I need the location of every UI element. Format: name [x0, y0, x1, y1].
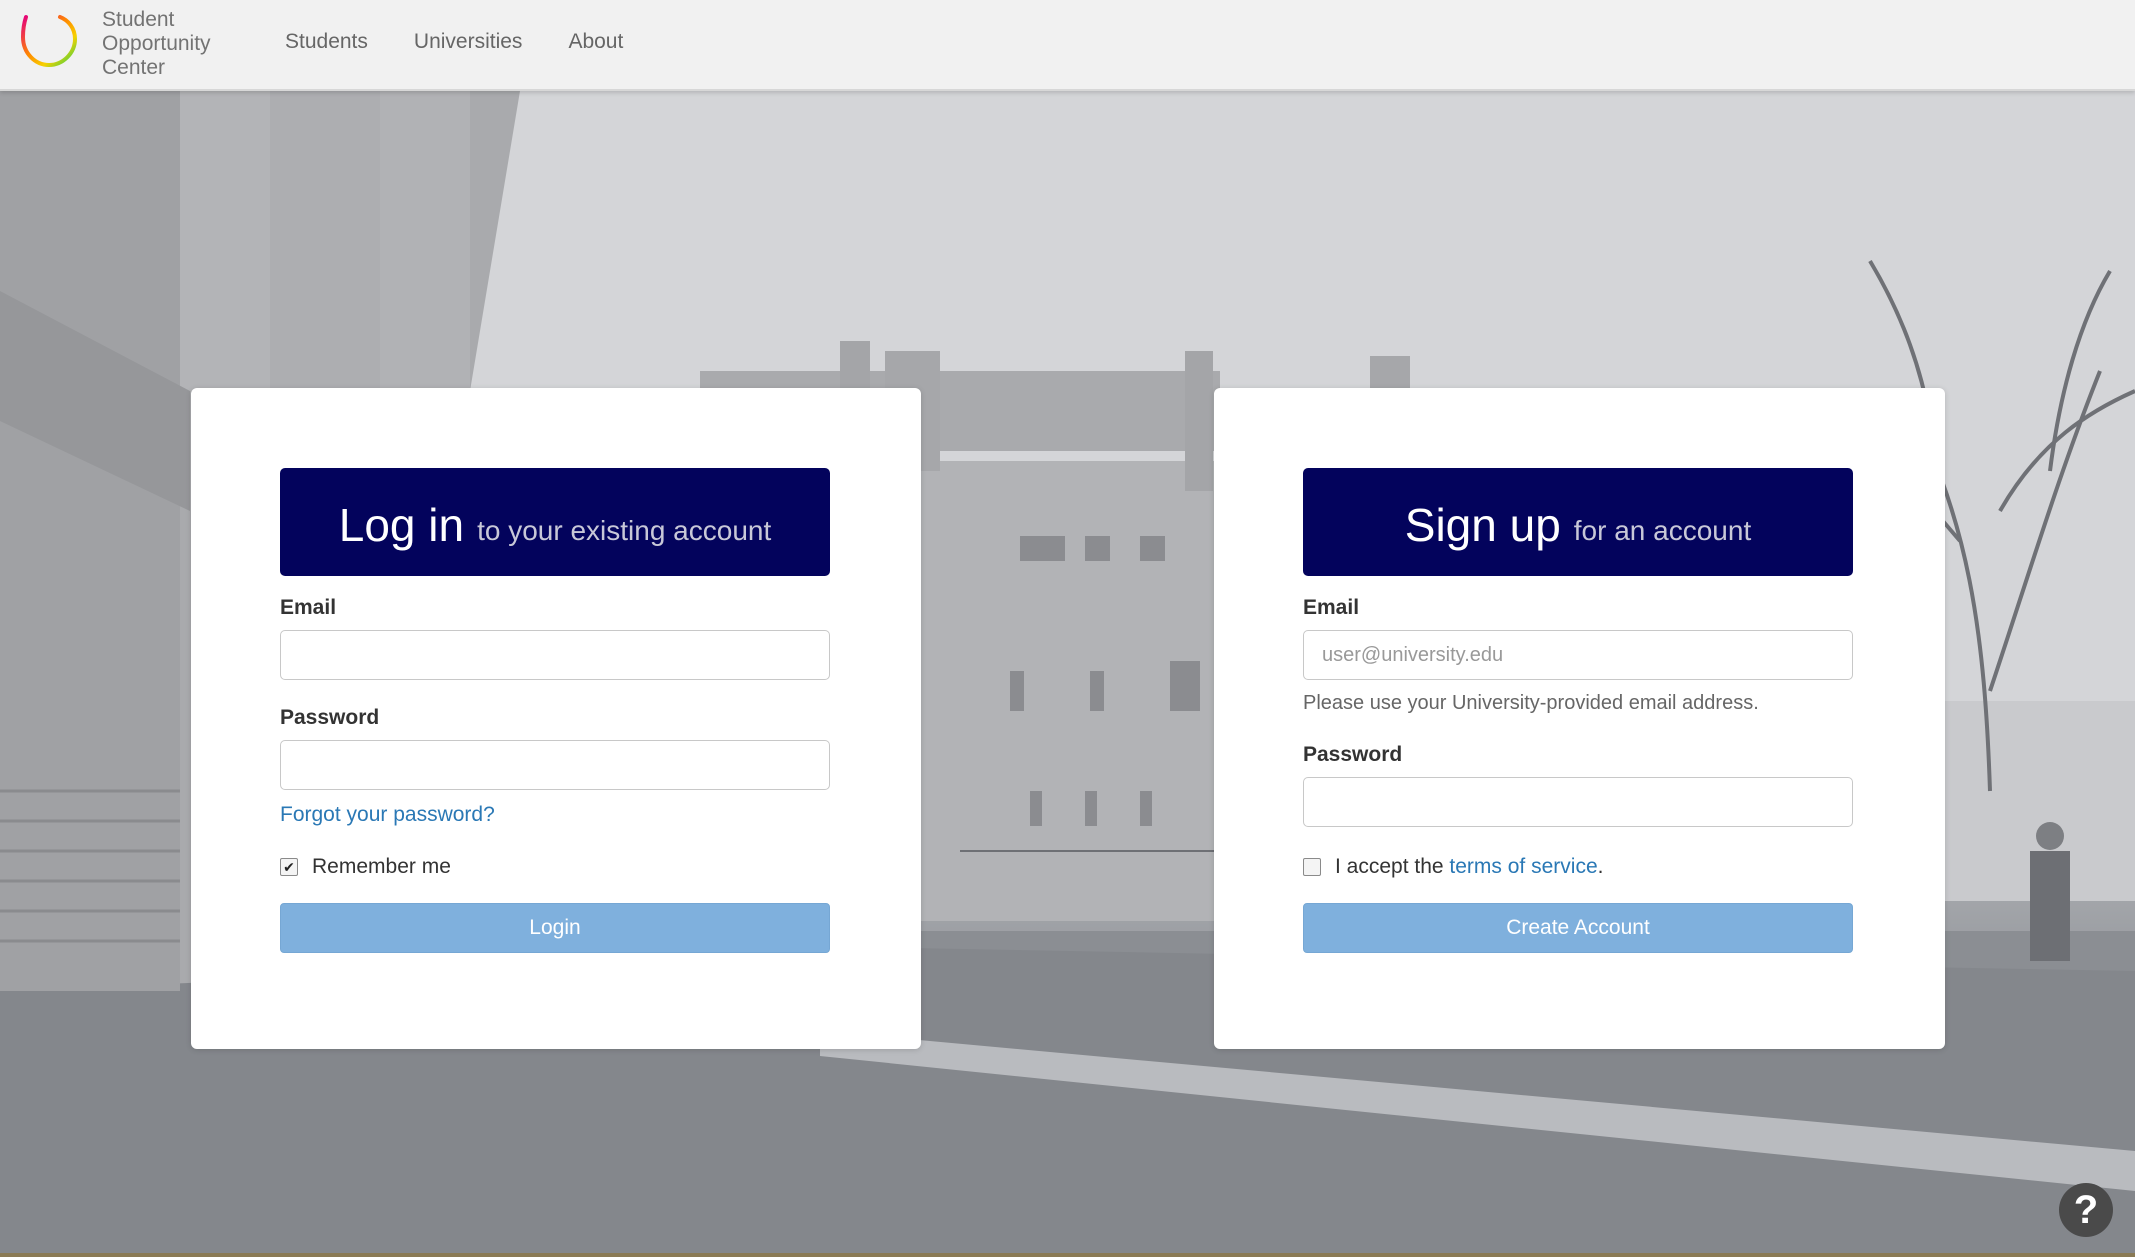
remember-me-checkbox[interactable]: ✔: [280, 858, 298, 876]
main-nav: Students Universities About: [285, 30, 669, 54]
signup-card: Sign up for an account Email Please use …: [1214, 388, 1945, 1049]
login-email-label: Email: [280, 596, 337, 619]
login-title: Log in: [338, 499, 465, 551]
login-card: Log in to your existing account Email Pa…: [191, 388, 921, 1049]
brand-line: Opportunity: [102, 32, 211, 55]
login-header: Log in to your existing account: [280, 468, 830, 576]
top-navbar: Student Opportunity Center Students Univ…: [0, 0, 2135, 91]
signup-email-input[interactable]: [1303, 630, 1853, 680]
signup-password-input[interactable]: [1303, 777, 1853, 827]
signup-subtitle: for an account: [1573, 515, 1752, 546]
terms-prefix: I accept the: [1335, 855, 1444, 878]
brand-line: Student: [102, 8, 175, 31]
terms-row: I accept the terms of service.: [1303, 855, 1603, 879]
nav-universities[interactable]: Universities: [414, 30, 523, 54]
remember-me-label: Remember me: [312, 855, 451, 878]
logo-icon: [20, 15, 78, 68]
signup-header: Sign up for an account: [1303, 468, 1853, 576]
forgot-password-link[interactable]: Forgot your password?: [280, 803, 495, 827]
brand[interactable]: Student Opportunity Center: [20, 8, 211, 80]
login-password-input[interactable]: [280, 740, 830, 790]
help-button[interactable]: ?: [2059, 1183, 2113, 1237]
login-email-input[interactable]: [280, 630, 830, 680]
signup-email-label: Email: [1303, 596, 1360, 619]
brand-line: Center: [102, 56, 166, 79]
create-account-button[interactable]: Create Account: [1303, 903, 1853, 953]
brand-name: Student Opportunity Center: [102, 8, 211, 80]
terms-checkbox[interactable]: [1303, 858, 1321, 876]
nav-students[interactable]: Students: [285, 30, 368, 54]
signup-email-help: Please use your University-provided emai…: [1303, 692, 1759, 714]
signup-title: Sign up: [1404, 499, 1561, 551]
login-subtitle: to your existing account: [477, 515, 772, 546]
login-password-label: Password: [280, 706, 380, 729]
terms-of-service-link[interactable]: terms of service: [1449, 855, 1597, 879]
remember-me-row: ✔ Remember me: [280, 855, 451, 879]
terms-suffix: .: [1597, 855, 1604, 878]
nav-about[interactable]: About: [568, 30, 623, 54]
signup-password-label: Password: [1303, 743, 1403, 766]
footer-strip: [0, 1253, 2135, 1257]
login-button[interactable]: Login: [280, 903, 830, 953]
